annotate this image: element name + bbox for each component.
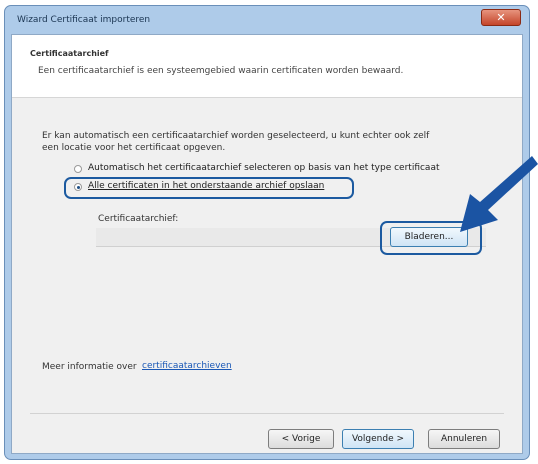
more-info-link[interactable]: certificaatarchieven [142,361,232,371]
next-button[interactable]: Volgende > [342,429,414,449]
intro-text-line2: een locatie voor het certificaat opgeven… [42,143,226,153]
cancel-button[interactable]: Annuleren [428,429,500,449]
radio-auto-select-label[interactable]: Automatisch het certificaatarchief selec… [88,163,440,173]
window-title: Wizard Certificaat importeren [17,15,151,25]
certificate-store-label: Certificaatarchief: [98,214,179,224]
title-bar: Wizard Certificaat importeren ✕ [5,6,529,34]
wizard-window: Wizard Certificaat importeren ✕ Certific… [4,5,530,460]
page-title: Certificaatarchief [30,49,109,58]
radio-auto-select[interactable] [74,165,82,173]
more-info-text: Meer informatie over [42,362,137,372]
page-subtitle: Een certificaatarchief is een systeemgeb… [38,66,404,76]
pointer-arrow-icon [460,156,538,232]
back-button[interactable]: < Vorige [268,429,334,449]
footer-separator [30,413,504,414]
wizard-header: Certificaatarchief Een certificaatarchie… [12,35,522,98]
intro-text-line1: Er kan automatisch een certificaatarchie… [42,131,430,141]
wizard-client-area: Certificaatarchief Een certificaatarchie… [11,34,523,454]
pointer-arrow-shape [460,156,538,232]
radio-manual-select-label[interactable]: Alle certificaten in het onderstaande ar… [88,181,324,191]
radio-manual-select[interactable] [74,183,82,191]
close-button[interactable]: ✕ [481,9,521,26]
close-icon: ✕ [496,11,506,24]
